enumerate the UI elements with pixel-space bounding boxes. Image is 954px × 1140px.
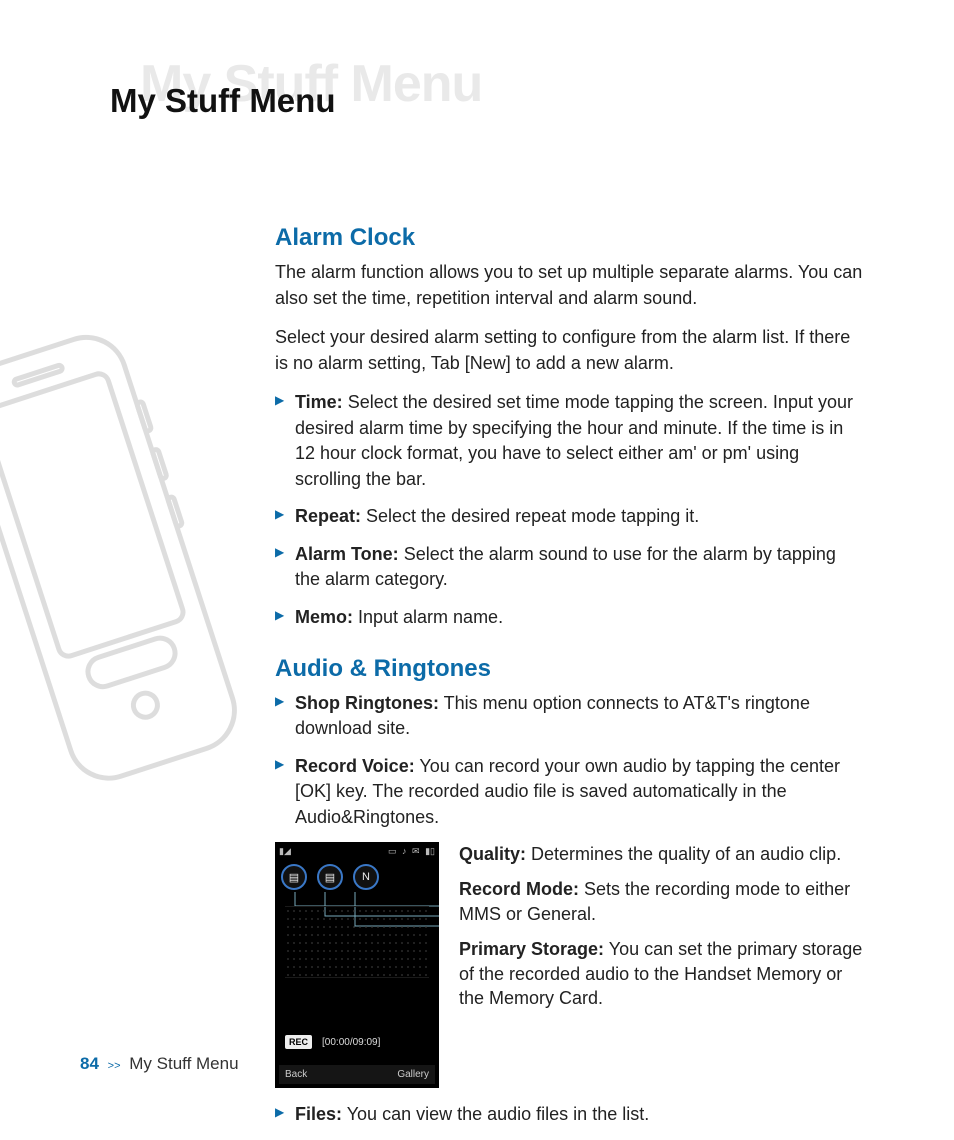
storage-icon: N (353, 864, 379, 890)
section-heading-alarm-clock: Alarm Clock (275, 224, 863, 252)
callout-list: Quality: Determines the quality of an au… (459, 842, 863, 1088)
bullet-time: Time: Select the desired set time mode t… (275, 390, 863, 492)
bullet-shop-ringtones: Shop Ringtones: This menu option connect… (275, 691, 863, 742)
chapter-title: My Stuff Menu (110, 82, 335, 120)
sd-icon: ▭ (388, 846, 397, 856)
page-footer: 84 >> My Stuff Menu (80, 1054, 239, 1074)
bullet-label: Repeat: (295, 506, 361, 526)
callout-primary-storage: Primary Storage: You can set the primary… (459, 937, 863, 1011)
manual-page: My Stuff Menu My Stuff Menu Alarm Clock … (0, 0, 954, 1114)
callout-label: Record Mode: (459, 879, 579, 899)
bullet-repeat: Repeat: Select the desired repeat mode t… (275, 504, 863, 530)
bullet-alarm-tone: Alarm Tone: Select the alarm sound to us… (275, 542, 863, 593)
bullet-label: Shop Ringtones: (295, 693, 439, 713)
audio-bullets-top: Shop Ringtones: This menu option connect… (275, 691, 863, 831)
page-number: 84 (80, 1054, 99, 1073)
callout-record-mode: Record Mode: Sets the recording mode to … (459, 877, 863, 927)
section-heading-audio-ringtones: Audio & Ringtones (275, 655, 863, 683)
callout-text: Determines the quality of an audio clip. (526, 844, 841, 864)
bullet-record-voice: Record Voice: You can record your own au… (275, 754, 863, 831)
breadcrumb-separator: >> (108, 1060, 121, 1072)
content-column: Alarm Clock The alarm function allows yo… (275, 200, 863, 1140)
signal-icon: ▮◢ (279, 846, 291, 857)
alarm-bullets: Time: Select the desired set time mode t… (275, 390, 863, 630)
battery-icon: ▮▯ (425, 846, 435, 856)
alarm-intro-1: The alarm function allows you to set up … (275, 260, 863, 311)
bullet-label: Alarm Tone: (295, 544, 399, 564)
rec-button: REC (285, 1035, 312, 1049)
softkey-gallery: Gallery (397, 1069, 429, 1080)
alarm-intro-2: Select your desired alarm setting to con… (275, 325, 863, 376)
audio-bullets-bottom: Files: You can view the audio files in t… (275, 1102, 863, 1128)
bullet-label: Time: (295, 392, 343, 412)
phone-screenshot-record-voice: ▮◢ ▭ ♪ ✉ ▮▯ ▤ ▤ N (275, 842, 439, 1088)
bullet-text: You can view the audio files in the list… (342, 1104, 649, 1124)
footer-breadcrumb: My Stuff Menu (129, 1054, 238, 1073)
callout-label: Primary Storage: (459, 939, 604, 959)
rec-timer: [00:00/09:09] (322, 1037, 380, 1048)
bullet-label: Files: (295, 1104, 342, 1124)
bullet-label: Memo: (295, 607, 353, 627)
music-icon: ♪ (402, 846, 407, 856)
softkey-back: Back (285, 1069, 307, 1080)
phone-outline-illustration (0, 320, 240, 840)
callout-label: Quality: (459, 844, 526, 864)
callout-quality: Quality: Determines the quality of an au… (459, 842, 863, 867)
bullet-label: Record Voice: (295, 756, 415, 776)
phone-statusbar: ▮◢ ▭ ♪ ✉ ▮▯ (279, 844, 435, 858)
bullet-text: Input alarm name. (353, 607, 503, 627)
waveform-area (285, 906, 429, 978)
bullet-memo: Memo: Input alarm name. (275, 605, 863, 631)
record-mode-icon: ▤ (317, 864, 343, 890)
bullet-text: Select the desired set time mode tapping… (295, 392, 853, 489)
quality-icon: ▤ (281, 864, 307, 890)
bullet-text: Select the desired repeat mode tapping i… (361, 506, 699, 526)
bullet-files: Files: You can view the audio files in t… (275, 1102, 863, 1128)
record-voice-callout: ▮◢ ▭ ♪ ✉ ▮▯ ▤ ▤ N (275, 842, 863, 1088)
msg-icon: ✉ (412, 846, 420, 856)
